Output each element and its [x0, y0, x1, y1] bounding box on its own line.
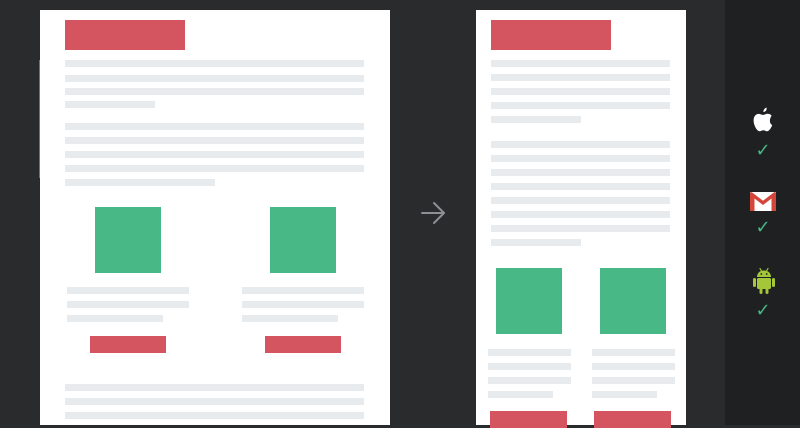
- checkmark-icon: ✓: [755, 217, 771, 238]
- text-line: [67, 315, 163, 322]
- checkmark-icon: ✓: [755, 140, 771, 161]
- image-placeholder: [496, 268, 562, 334]
- text-line: [592, 391, 657, 398]
- text-line: [592, 363, 675, 370]
- text-line: [491, 102, 670, 109]
- text-line: [491, 169, 670, 176]
- text-line: [65, 398, 364, 405]
- button-placeholder: [490, 411, 567, 428]
- client-support-panel: [725, 0, 800, 425]
- checkmark-icon: ✓: [755, 300, 771, 321]
- text-line: [491, 225, 670, 232]
- image-placeholder: [270, 207, 336, 273]
- text-line: [491, 183, 670, 190]
- image-placeholder: [600, 268, 666, 334]
- android-icon: [752, 267, 776, 295]
- text-line: [65, 75, 364, 82]
- text-line: [491, 141, 670, 148]
- text-line: [491, 197, 670, 204]
- text-line: [65, 151, 364, 158]
- text-line: [67, 287, 189, 294]
- gmail-icon: [750, 192, 776, 211]
- text-line: [488, 391, 553, 398]
- text-line: [242, 301, 364, 308]
- header-block: [491, 20, 611, 50]
- header-block: [65, 20, 185, 50]
- text-line: [65, 101, 155, 108]
- image-placeholder: [95, 207, 161, 273]
- desktop-email-preview: [40, 10, 390, 425]
- apple-icon: [750, 105, 776, 135]
- mobile-email-preview: [476, 10, 686, 428]
- text-line: [491, 155, 670, 162]
- text-line: [242, 315, 338, 322]
- text-line: [242, 287, 364, 294]
- text-line: [491, 211, 670, 218]
- text-line: [65, 179, 215, 186]
- text-line: [65, 123, 364, 130]
- button-placeholder: [90, 336, 166, 353]
- button-placeholder: [265, 336, 341, 353]
- text-line: [592, 377, 675, 384]
- text-line: [65, 137, 364, 144]
- text-line: [67, 301, 189, 308]
- text-line: [65, 165, 364, 172]
- text-line: [65, 88, 364, 95]
- arrow-right-icon: [418, 198, 448, 228]
- text-line: [491, 239, 581, 246]
- text-line: [65, 412, 364, 419]
- text-line: [491, 74, 670, 81]
- text-line: [488, 349, 571, 356]
- text-line: [491, 60, 670, 67]
- button-placeholder: [594, 411, 671, 428]
- text-line: [65, 384, 364, 391]
- text-line: [491, 88, 670, 95]
- text-line: [491, 116, 581, 123]
- text-line: [488, 377, 571, 384]
- text-line: [592, 349, 675, 356]
- text-line: [65, 60, 364, 67]
- text-line: [488, 363, 571, 370]
